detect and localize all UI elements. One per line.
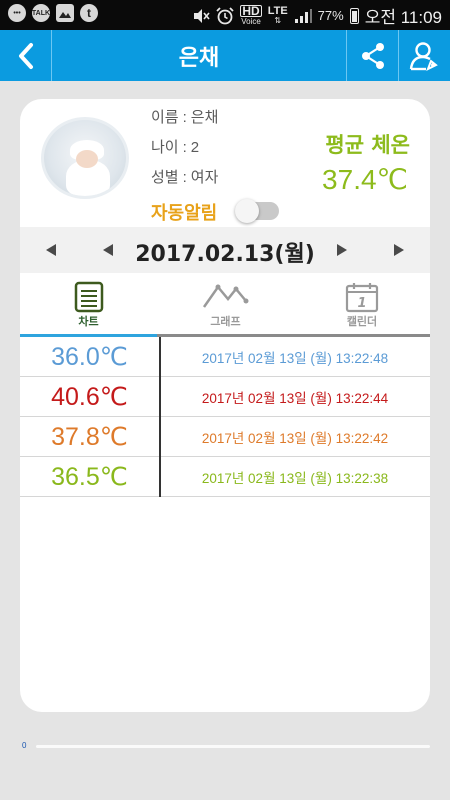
- progress-track: [36, 745, 430, 748]
- avatar-baby-face: [76, 150, 98, 168]
- clock: 오전 11:09: [364, 8, 442, 27]
- temperature-value: 36.0℃: [51, 343, 128, 371]
- calendar-day: 1: [357, 296, 366, 311]
- back-button[interactable]: [0, 30, 52, 81]
- battery-percent: 77%: [317, 8, 344, 23]
- list-item[interactable]: 37.8℃ 2017년 02월 13일 (월) 13:22:42: [20, 417, 430, 457]
- lte-indicator: LTE ⇅: [267, 4, 288, 25]
- double-right-arrow-icon: [394, 244, 404, 256]
- temperature-value: 40.6℃: [51, 383, 128, 411]
- profile-settings-button[interactable]: [398, 30, 450, 81]
- timestamp: 2017년 02월 13일 (월) 13:22:48: [201, 351, 389, 366]
- tab-calendar[interactable]: 1 캘린더: [294, 273, 430, 337]
- avatar[interactable]: [41, 117, 129, 199]
- status-notifications: ••• TALK t: [8, 4, 98, 22]
- temperature-value: 36.5℃: [51, 463, 128, 491]
- share-button[interactable]: [346, 30, 398, 81]
- view-tabs: 차트 그래프 1 캘린더: [20, 273, 430, 337]
- talk-icon: TALK: [32, 4, 50, 22]
- timestamp: 2017년 02월 13일 (월) 13:22:42: [201, 431, 389, 446]
- hd-voice-indicator: HD Voice: [240, 3, 262, 26]
- right-arrow-icon: [337, 244, 347, 256]
- list-item[interactable]: 40.6℃ 2017년 02월 13일 (월) 13:22:44: [20, 377, 430, 417]
- tab-chart-label: 차트: [78, 315, 99, 328]
- progress-label: 0: [22, 741, 27, 750]
- list-item[interactable]: 36.0℃ 2017년 02월 13일 (월) 13:22:48: [20, 337, 430, 377]
- temperature-value: 37.8℃: [51, 423, 128, 451]
- share-icon: [361, 42, 384, 69]
- timestamp: 2017년 02월 13일 (월) 13:22:38: [201, 471, 389, 486]
- alarm-icon: [216, 6, 234, 24]
- t-icon: t: [80, 4, 98, 22]
- battery-icon: [349, 7, 359, 24]
- next-day-button[interactable]: [331, 239, 353, 261]
- mute-icon: [194, 8, 210, 23]
- calendar-icon: 1: [345, 283, 379, 313]
- document-icon: [74, 281, 103, 313]
- graph-icon: [202, 284, 248, 308]
- auto-alert-toggle[interactable]: [235, 199, 279, 223]
- name-value: 은채: [190, 109, 219, 126]
- name-row: 이름: 은채: [151, 106, 218, 127]
- list-item[interactable]: 36.5℃ 2017년 02월 13일 (월) 13:22:38: [20, 457, 430, 497]
- status-bar: ••• TALK t HD Voice LTE ⇅ 77% 오전 11:09: [0, 0, 450, 30]
- tab-graph-label: 그래프: [210, 315, 241, 328]
- user-settings-icon: [409, 41, 438, 71]
- tab-graph[interactable]: 그래프: [157, 273, 294, 337]
- age-row: 나이:2: [151, 136, 199, 157]
- page-title: 은채: [178, 45, 220, 71]
- current-date[interactable]: 2017.02.13(월): [20, 236, 430, 268]
- app-bar: 은채: [0, 30, 450, 81]
- progress-bar: 0: [22, 738, 430, 754]
- gender-value: 여자: [190, 169, 219, 186]
- chevron-left-icon: [18, 42, 33, 69]
- timestamp: 2017년 02월 13일 (월) 13:22:44: [201, 391, 389, 406]
- gender-label: 성별: [151, 169, 179, 186]
- average-temp-value: 37.4℃: [322, 164, 408, 195]
- name-label: 이름: [151, 109, 179, 126]
- age-label: 나이: [151, 139, 179, 156]
- message-icon: •••: [8, 4, 26, 22]
- date-navigator: 2017.02.13(월): [20, 227, 430, 273]
- gender-separator: :: [182, 169, 187, 186]
- age-value: 2: [190, 139, 200, 156]
- signal-icon: [294, 8, 312, 23]
- name-separator: :: [182, 109, 187, 126]
- age-separator: :: [182, 139, 187, 156]
- gallery-icon: [56, 4, 74, 22]
- next-month-button[interactable]: [388, 239, 410, 261]
- auto-alert-label: 자동알림: [151, 203, 218, 224]
- average-temp-label: 평균 체온: [325, 133, 410, 157]
- toggle-knob: [235, 199, 259, 223]
- status-indicators: HD Voice LTE ⇅ 77% 오전 11:09: [192, 3, 442, 28]
- gender-row: 성별: 여자: [151, 166, 218, 187]
- tab-chart[interactable]: 차트: [20, 273, 157, 337]
- profile-card: 이름: 은채 나이:2 성별: 여자 평균 체온 37.4℃ 자동알림 2017.0…: [20, 99, 430, 712]
- temperature-list: 36.0℃ 2017년 02월 13일 (월) 13:22:48 40.6℃ 2…: [20, 337, 430, 497]
- tab-calendar-label: 캘린더: [346, 315, 378, 328]
